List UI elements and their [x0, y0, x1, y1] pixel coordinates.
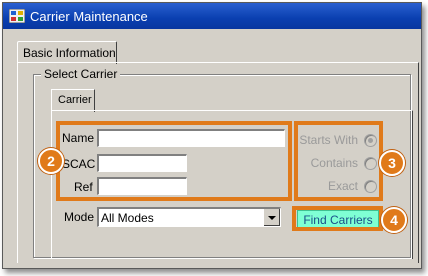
select-carrier-label: Select Carrier — [41, 67, 121, 81]
mode-select[interactable]: All Modes — [97, 207, 281, 227]
callout-badge-4: 4 — [381, 207, 407, 233]
callout-box-fields — [56, 121, 292, 201]
tab-carrier[interactable]: Carrier — [51, 89, 95, 112]
title-bar[interactable]: Carrier Maintenance — [3, 3, 421, 29]
chevron-down-icon[interactable] — [263, 209, 280, 226]
window-title: Carrier Maintenance — [30, 9, 148, 24]
callout-box-search-mode — [294, 121, 383, 201]
mode-label: Mode — [64, 210, 95, 224]
callout-badge-3: 3 — [379, 150, 405, 176]
tab-basic-information-label: Basic Information — [23, 46, 116, 60]
tab-carrier-label: Carrier — [58, 94, 92, 106]
callout-badge-2: 2 — [38, 148, 64, 174]
tab-basic-information[interactable]: Basic Information — [17, 41, 117, 64]
mode-select-value: All Modes — [101, 211, 154, 225]
app-icon — [9, 9, 25, 23]
callout-box-find-button — [292, 206, 383, 231]
